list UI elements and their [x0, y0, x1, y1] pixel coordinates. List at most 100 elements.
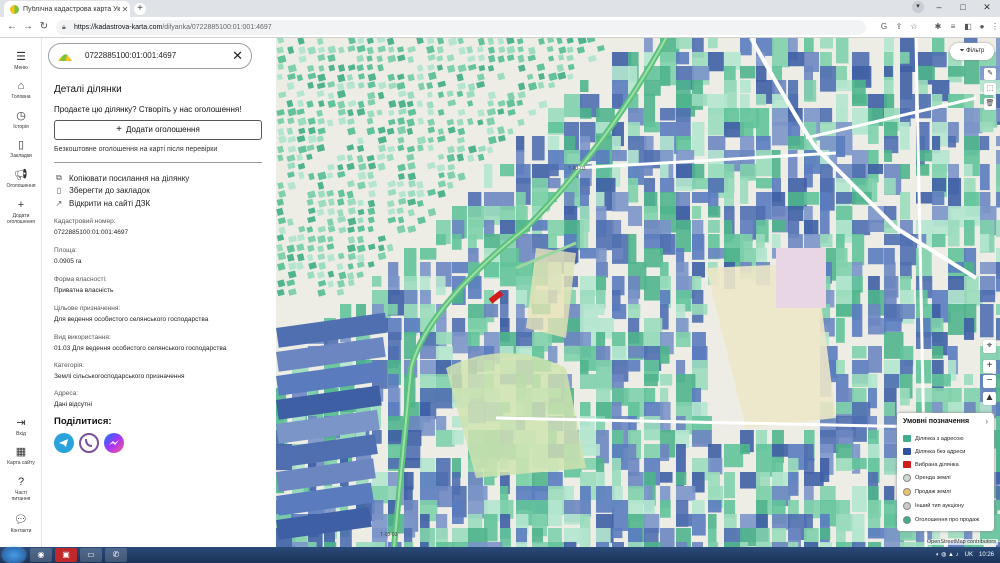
panel-title: Деталі ділянки — [54, 84, 122, 95]
login-icon: ⇥ — [16, 417, 26, 429]
close-window-icon[interactable]: ✕ — [978, 0, 996, 14]
field-label: Площа: — [54, 247, 77, 254]
draw-line-icon[interactable]: ✎ — [984, 68, 996, 80]
rail-ads-label: Оголошення — [6, 183, 36, 189]
add-ad-button[interactable]: + Додати оголошення — [54, 120, 262, 140]
open-dzk-action[interactable]: ↗ Відкрити на сайті ДЗК — [54, 199, 151, 208]
minimize-icon[interactable]: – — [930, 0, 948, 14]
viber-icon[interactable] — [79, 433, 99, 453]
hamburger-icon: ☰ — [16, 51, 26, 63]
rail-login-label: Вхід — [16, 431, 26, 437]
field-value: 0722885100:01:001:4697 — [54, 229, 129, 236]
promo-text: Продаєте цю ділянку? Створіть у нас огол… — [54, 105, 242, 114]
clear-search-icon[interactable]: ✕ — [232, 47, 243, 65]
copy-link-action[interactable]: ⧉ Копіювати посилання на ділянку — [54, 173, 189, 183]
google-icon[interactable]: G — [878, 21, 890, 33]
field-value: Приватна власність — [54, 287, 114, 294]
messenger-icon[interactable] — [104, 433, 124, 453]
legend-collapse-icon[interactable]: › — [985, 417, 988, 426]
explorer-taskbar-icon[interactable]: ▭ — [80, 548, 102, 562]
window-controls: ▾ – □ ✕ — [912, 0, 996, 14]
tab-search-icon[interactable]: ▾ — [912, 1, 924, 13]
rail-history-button[interactable]: ◷ Історія — [0, 110, 42, 130]
rail-faq-button[interactable]: ? Часті питання — [0, 476, 42, 502]
language-indicator[interactable]: UK — [965, 547, 973, 563]
sidebar-icon[interactable]: ◧ — [962, 21, 974, 33]
url-host: https://kadastrova-karta.com — [74, 24, 163, 31]
search-input[interactable]: 0722885100:01:001:4697 — [85, 44, 176, 68]
map-canvas[interactable] — [276, 38, 1000, 547]
field-value: 0.0905 га — [54, 258, 82, 265]
browser-tab[interactable]: Публічна кадастрова карта Укр ✕ — [4, 1, 130, 17]
system-tray: ◐ ◍ ▲ ♪ UK 10:26 — [936, 547, 994, 563]
swatch — [903, 435, 911, 442]
legend-item: Оренда землі — [903, 474, 951, 482]
zoom-out-button[interactable]: − — [983, 375, 996, 388]
new-tab-button[interactable]: + — [134, 3, 146, 15]
rail-faq-label: Часті питання — [11, 490, 31, 502]
start-button[interactable] — [3, 547, 25, 563]
legend-item: Оголошення про продаж — [903, 516, 979, 524]
back-icon[interactable]: ← — [6, 21, 18, 33]
app-taskbar-icon[interactable]: ▣ — [55, 548, 77, 562]
search-field[interactable]: 0722885100:01:001:4697 ✕ — [48, 43, 252, 69]
rail-add-ad-label: Додати оголошення — [7, 213, 35, 225]
url-bar[interactable]: 🔒︎ https://kadastrova-karta.com/dilyanka… — [56, 20, 866, 35]
bookmark-star-icon[interactable]: ☆ — [908, 21, 920, 33]
road-label: Т-03-03 — [568, 166, 586, 172]
rail-bookmarks-button[interactable]: ▯ Закладки — [0, 139, 42, 159]
parcel-details-panel: 0722885100:01:001:4697 ✕ Деталі ділянки … — [42, 38, 276, 547]
extensions-icon[interactable]: ✱ — [932, 21, 944, 33]
rail-home-button[interactable]: ⌂ Головна — [0, 80, 42, 100]
copy-link-label: Копіювати посилання на ділянку — [69, 173, 190, 183]
plus-icon: + — [17, 199, 25, 211]
rail-bookmarks-label: Закладки — [10, 153, 32, 159]
filter-label: Фільтр — [966, 48, 985, 54]
rail-login-button[interactable]: ⇥ Вхід — [0, 417, 42, 437]
save-bookmark-action[interactable]: ▯ Зберегти до закладок — [54, 186, 150, 195]
zoom-in-button[interactable]: + — [983, 360, 996, 373]
profile-icon[interactable]: ● — [976, 21, 988, 33]
add-ad-label: Додати оголошення — [126, 125, 200, 134]
rail-add-ad-button[interactable]: + Додати оголошення — [0, 199, 42, 225]
field-value: Для ведення особистого селянського госпо… — [54, 316, 209, 323]
browser-menu-icon[interactable]: ⋮ — [989, 21, 1000, 33]
legend-item-label: Оренда землі — [915, 475, 951, 481]
field-label: Адреса: — [54, 390, 79, 397]
swatch — [903, 448, 911, 455]
megaphone-icon: 📢︎ — [14, 169, 28, 181]
rail-history-label: Історія — [13, 124, 29, 130]
viber-taskbar-icon[interactable]: ✆ — [105, 548, 127, 562]
field-value: Землі сільськогосподарського призначення — [54, 373, 185, 380]
rail-sitemap-button[interactable]: ▦ Карта сайту — [0, 446, 42, 466]
rail-ads-button[interactable]: 📢︎ Оголошення — [0, 169, 42, 189]
map-attribution[interactable]: OpenStreetMap contributors — [924, 539, 998, 545]
rail-home-label: Головна — [11, 94, 31, 100]
delete-drawing-icon[interactable]: 🗑︎ — [984, 98, 996, 110]
compass-icon[interactable]: ▲ — [983, 392, 996, 405]
maximize-icon[interactable]: □ — [954, 0, 972, 14]
tray-icons: ◐ ◍ ▲ ♪ — [935, 552, 959, 558]
legend-item-label: Ділянка з адресою — [915, 435, 964, 442]
forward-icon[interactable]: → — [22, 21, 34, 33]
clock[interactable]: 10:26 — [979, 547, 994, 563]
reading-list-icon[interactable]: ≡ — [947, 21, 959, 33]
field-label: Вид використання: — [54, 334, 111, 341]
cadastral-map[interactable]: Т-03-03 Т-03-03 ⏷ Фільтр ✎ ⬚ 🗑︎ ⌖ + − ▲ … — [276, 38, 1000, 547]
field-label: Цільове призначення: — [54, 305, 121, 312]
rail-sitemap-label: Карта сайту — [7, 460, 35, 466]
tab-close-icon[interactable]: ✕ — [120, 5, 130, 14]
filter-button[interactable]: ⏷ Фільтр — [950, 43, 994, 60]
browser-tab-bar: Публічна кадастрова карта Укр ✕ + ▾ – □ … — [0, 0, 1000, 17]
os-taskbar: ◉ ▣ ▭ ✆ ◐ ◍ ▲ ♪ UK 10:26 — [0, 547, 1000, 563]
locate-me-icon[interactable]: ⌖ — [983, 340, 996, 353]
share-page-icon[interactable]: ⇪ — [893, 21, 905, 33]
address-toolbar: ← → ↻ 🔒︎ https://kadastrova-karta.com/di… — [0, 17, 1000, 38]
rail-contacts-button[interactable]: 💬︎ Контакти — [0, 514, 42, 534]
reload-icon[interactable]: ↻ — [38, 21, 50, 33]
draw-area-icon[interactable]: ⬚ — [984, 83, 996, 95]
sitemap-icon: ▦ — [15, 446, 27, 458]
rail-menu-button[interactable]: ☰ Меню — [0, 51, 42, 71]
chrome-taskbar-icon[interactable]: ◉ — [30, 548, 52, 562]
telegram-icon[interactable] — [54, 433, 74, 453]
